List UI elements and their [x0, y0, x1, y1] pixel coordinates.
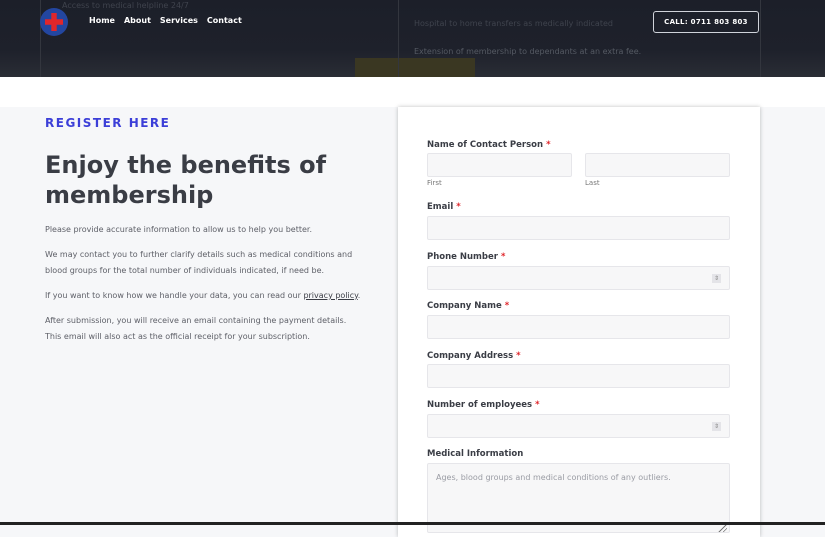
- company-address-input[interactable]: [427, 364, 730, 388]
- intro-paragraph: We may contact you to further clarify de…: [45, 250, 353, 275]
- name-label: Name of Contact Person *: [427, 140, 551, 150]
- intro-section: REGISTER HERE Enjoy the benefits of memb…: [45, 116, 365, 345]
- company-name-input[interactable]: [427, 315, 730, 339]
- last-name-input[interactable]: [585, 153, 730, 177]
- spacer: [0, 77, 825, 107]
- registration-form: Name of Contact Person * First Last Email…: [398, 107, 760, 537]
- required-mark: *: [546, 140, 551, 150]
- medical-label: Medical Information: [427, 449, 523, 459]
- required-mark: *: [504, 301, 510, 311]
- label-text: Phone Number: [427, 252, 498, 262]
- company-name-label: Company Name *: [427, 301, 509, 311]
- required-mark: *: [535, 400, 540, 410]
- nav-contact[interactable]: Contact: [207, 16, 242, 25]
- divider: [760, 0, 761, 77]
- phone-label: Phone Number *: [427, 252, 505, 262]
- call-button[interactable]: CALL: 0711 803 803: [653, 11, 759, 33]
- required-mark: *: [500, 252, 506, 262]
- text: If you want to know how we handle your d…: [45, 291, 304, 300]
- text: .: [357, 291, 361, 300]
- nav-services[interactable]: Services: [160, 16, 198, 25]
- required-mark: *: [516, 351, 521, 361]
- nav-about[interactable]: About: [124, 16, 151, 25]
- label-text: Medical Information: [427, 449, 524, 459]
- label-text: Company Address: [427, 351, 514, 361]
- section-kicker: REGISTER HERE: [45, 116, 171, 130]
- first-name-input[interactable]: [427, 153, 572, 177]
- intro-paragraph: After submission, you will receive an em…: [45, 316, 347, 341]
- intro-paragraph: If you want to know how we handle your d…: [45, 288, 365, 304]
- intro-paragraph: Please provide accurate information to a…: [45, 225, 312, 234]
- textarea-placeholder: Ages, blood groups and medical condition…: [436, 473, 671, 482]
- label-text: Company Name: [427, 301, 502, 311]
- required-mark: *: [456, 202, 461, 212]
- employees-input[interactable]: ⇕: [427, 414, 730, 438]
- privacy-policy-link[interactable]: privacy policy: [303, 291, 357, 300]
- divider: [40, 0, 41, 77]
- background-image-detail: [355, 58, 475, 77]
- bg-feature-text: Extension of membership to dependants at…: [414, 47, 642, 56]
- label-text: Email: [427, 202, 454, 212]
- first-sublabel: First: [427, 179, 442, 187]
- email-label: Email *: [427, 202, 461, 212]
- spinner-icon[interactable]: ⇕: [712, 422, 721, 431]
- hero-header: Access to medical helpline 24/7 Hospital…: [0, 0, 825, 77]
- divider: [398, 0, 399, 77]
- last-sublabel: Last: [585, 179, 600, 187]
- company-address-label: Company Address *: [427, 351, 521, 361]
- phone-input[interactable]: ⇕: [427, 266, 730, 290]
- label-text: Name of Contact Person: [427, 140, 544, 150]
- bg-feature-text: Hospital to home transfers as medically …: [414, 19, 613, 28]
- employees-label: Number of employees *: [427, 400, 540, 410]
- spinner-icon[interactable]: ⇕: [712, 274, 721, 283]
- page-title: Enjoy the benefits of membership: [45, 151, 327, 209]
- nav-home[interactable]: Home: [89, 16, 115, 25]
- bg-feature-text: Access to medical helpline 24/7: [62, 1, 189, 10]
- main-nav: Home About Services Contact: [89, 16, 242, 25]
- medical-cross-icon: [45, 13, 63, 31]
- logo[interactable]: [40, 8, 68, 36]
- email-input[interactable]: [427, 216, 730, 240]
- label-text: Number of employees: [427, 400, 533, 410]
